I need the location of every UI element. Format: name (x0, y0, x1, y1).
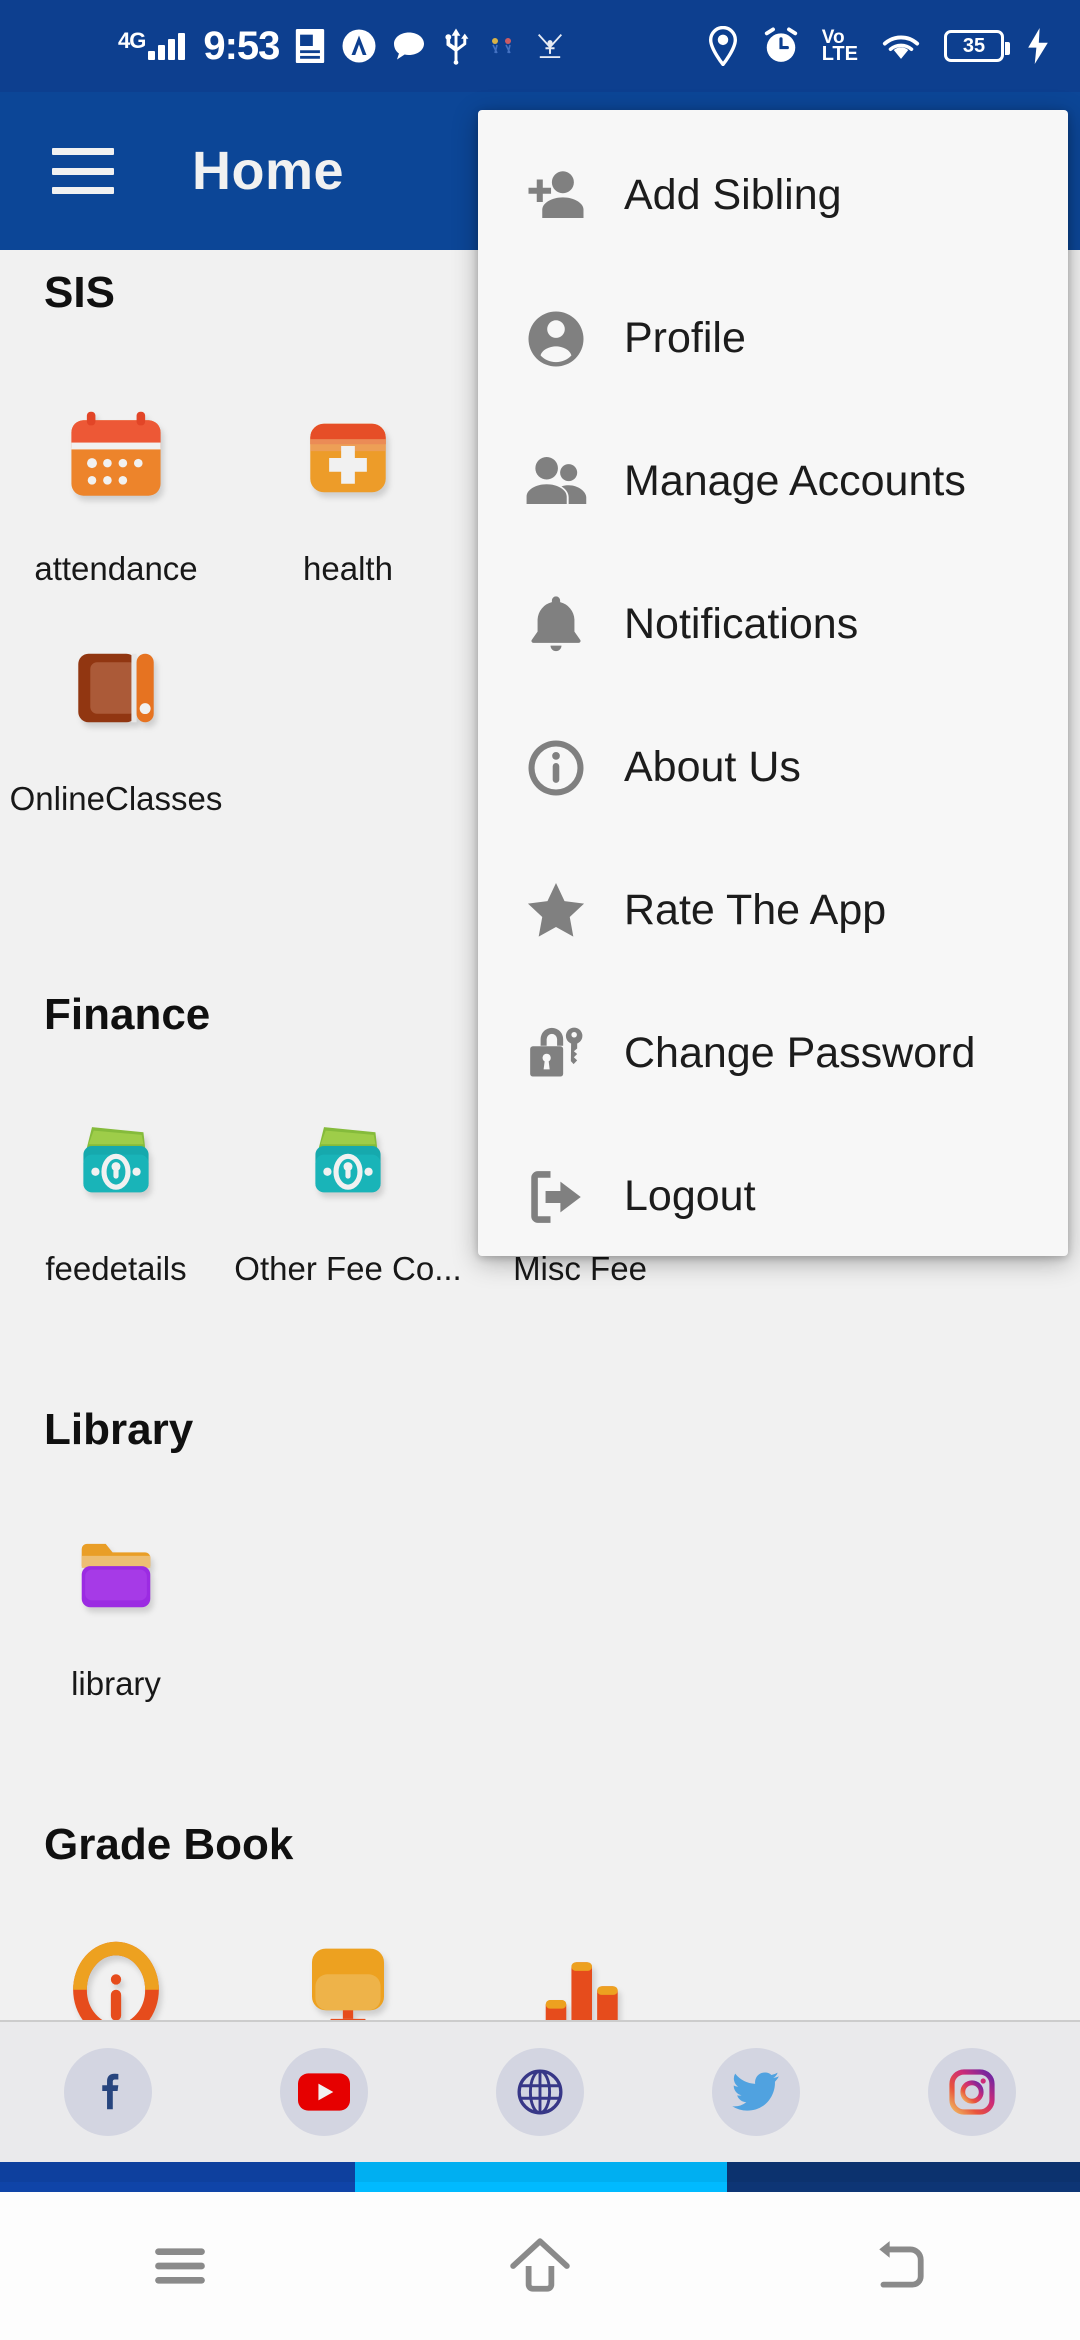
section-title-finance: Finance (44, 990, 211, 1039)
bell-icon (518, 587, 594, 663)
home-button[interactable] (480, 2226, 600, 2306)
location-pin-icon (706, 26, 740, 66)
section-title-sis: SIS (44, 268, 115, 317)
account-circle-icon (518, 301, 594, 377)
first-aid-kit-icon (292, 410, 404, 506)
facebook-icon[interactable] (64, 2048, 152, 2136)
wifi-icon (880, 29, 922, 63)
twitter-icon[interactable] (712, 2048, 800, 2136)
strip-segment-blue (0, 2162, 355, 2192)
strip-segment-cyan (355, 2162, 727, 2192)
a-logo-icon (341, 28, 377, 64)
social-links-bar (0, 2020, 1080, 2162)
info-circle-icon (518, 730, 594, 806)
app-tile-label: health (303, 550, 393, 587)
section-title-gradebook: Grade Book (44, 1820, 294, 1869)
people-icon (518, 444, 594, 520)
network-type-label: 4G (118, 28, 146, 53)
section-grid-library: library (0, 1525, 232, 1703)
calendar-icon (60, 410, 172, 506)
hamburger-icon[interactable] (52, 148, 114, 194)
menu-item-profile[interactable]: Profile (478, 267, 1068, 410)
app-tile-feedetails[interactable]: feedetails (0, 1110, 232, 1288)
android-nav-bar (0, 2192, 1080, 2340)
signal-bars-icon (148, 32, 186, 60)
network-type-indicator: 4G (118, 28, 186, 60)
section-grid-sis-row-1: attendance health (0, 410, 464, 588)
money-wallet-icon (60, 1110, 172, 1206)
charging-bolt-icon (1026, 28, 1050, 64)
money-wallet-icon (292, 1110, 404, 1206)
menu-item-rate-the-app[interactable]: Rate The App (478, 839, 1068, 982)
person-add-icon (518, 158, 594, 234)
back-button[interactable] (840, 2226, 960, 2306)
app-tile-label: attendance (34, 550, 198, 587)
status-bar-clock: 9:53 (203, 23, 280, 68)
app-tile-onlineclasses[interactable]: OnlineClasses (0, 640, 232, 818)
app-tile-label: feedetails (45, 1250, 187, 1287)
strip-segment-darkblue (727, 2162, 1080, 2192)
app-tile-health[interactable]: health (232, 410, 464, 588)
section-grid-sis-row-2: OnlineClasses (0, 640, 232, 818)
menu-item-label: Logout (624, 1172, 756, 1220)
status-bar: 4G 9:53 Vo LTE 35 (0, 0, 1080, 92)
app-tile-library[interactable]: library (0, 1525, 232, 1703)
section-title-library: Library (44, 1405, 194, 1454)
menu-item-label: Change Password (624, 1029, 976, 1077)
menu-item-label: Rate The App (624, 886, 887, 934)
menu-item-manage-accounts[interactable]: Manage Accounts (478, 410, 1068, 553)
app-tile-label: Other Fee Co... (234, 1250, 462, 1287)
battery-level-label: 35 (962, 34, 986, 57)
recents-button[interactable] (120, 2226, 240, 2306)
website-globe-icon[interactable] (496, 2048, 584, 2136)
menu-item-label: Manage Accounts (624, 457, 966, 505)
status-bar-left: 4G 9:53 (118, 24, 567, 69)
battery-icon: 35 (944, 30, 1010, 62)
app-tile-other-fee-collection[interactable]: Other Fee Co... (232, 1110, 464, 1288)
overflow-menu: Add Sibling Profile Manage Accounts Noti… (478, 110, 1068, 1256)
app-tile-label: OnlineClasses (9, 780, 223, 817)
menu-item-label: About Us (624, 743, 801, 791)
vikas-logo-icon (533, 31, 567, 61)
online-classes-icon (60, 640, 172, 736)
alarm-clock-icon (762, 27, 800, 65)
menu-item-about-us[interactable]: About Us (478, 696, 1068, 839)
volte-icon: Vo LTE (821, 27, 858, 65)
star-icon (518, 873, 594, 949)
menu-item-label: Profile (624, 314, 746, 362)
phone-screen: 4G 9:53 Vo LTE 35 Home SIS attendance he… (0, 0, 1080, 2340)
instagram-icon[interactable] (928, 2048, 1016, 2136)
youtube-icon[interactable] (280, 2048, 368, 2136)
menu-item-add-sibling[interactable]: Add Sibling (478, 124, 1068, 267)
menu-item-notifications[interactable]: Notifications (478, 553, 1068, 696)
usb-icon (441, 27, 471, 65)
lock-key-icon (518, 1016, 594, 1092)
bottom-color-strip (0, 2162, 1080, 2192)
app-tile-label: library (71, 1665, 161, 1702)
status-bar-right: Vo LTE 35 (706, 26, 1050, 66)
app-tile-attendance[interactable]: attendance (0, 410, 232, 588)
document-icon (293, 27, 327, 65)
menu-item-change-password[interactable]: Change Password (478, 982, 1068, 1125)
logout-icon (518, 1159, 594, 1235)
menu-item-logout[interactable]: Logout (478, 1125, 1068, 1268)
menu-item-label: Add Sibling (624, 171, 842, 219)
chat-bubble-icon (391, 28, 427, 64)
page-title: Home (192, 141, 345, 201)
folder-icon (60, 1525, 172, 1621)
menu-item-label: Notifications (624, 600, 859, 648)
app-icon-small (485, 31, 519, 61)
